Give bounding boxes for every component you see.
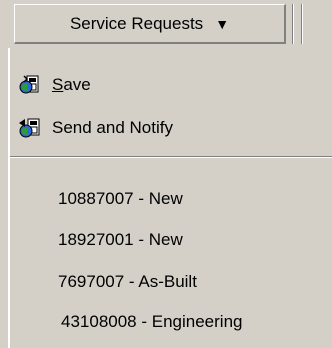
service-requests-dropdown: Save Send and Notify 10887007 - New 1892… — [8, 48, 332, 348]
request-item-18927001[interactable]: 18927001 - New — [58, 226, 183, 254]
save-label: Save — [52, 75, 91, 94]
service-requests-menu-button[interactable]: Service Requests ▼ — [14, 4, 286, 44]
toolbar-separator-highlight — [302, 4, 303, 44]
save-globe-icon — [18, 74, 40, 96]
service-requests-label: Service Requests — [69, 13, 204, 33]
request-item-7697007[interactable]: 7697007 - As-Built — [58, 268, 197, 296]
toolbar-separator-highlight — [293, 4, 294, 44]
menu-item-save[interactable]: Save — [18, 70, 91, 100]
request-item-10887007[interactable]: 10887007 - New — [58, 185, 183, 213]
chevron-down-icon: ▼ — [215, 15, 230, 32]
menu-item-send-and-notify[interactable]: Send and Notify — [18, 113, 173, 143]
toolbar: Service Requests ▼ — [0, 0, 332, 46]
send-and-notify-icon — [18, 117, 40, 139]
request-item-43108008[interactable]: 43108008 - Engineering — [61, 308, 242, 336]
send-and-notify-label: Send and Notify — [52, 118, 173, 137]
dropdown-edge — [8, 48, 10, 348]
menu-divider-highlight — [10, 157, 332, 158]
